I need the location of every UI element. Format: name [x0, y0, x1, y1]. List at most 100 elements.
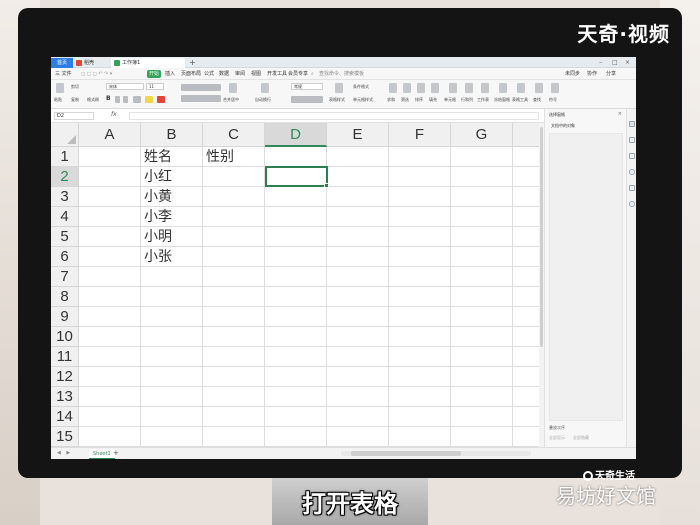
command-search[interactable]: 查找命令、搜索模板 — [319, 68, 364, 80]
cells-icon[interactable] — [449, 83, 457, 93]
worksheet-button[interactable]: 工作表 — [477, 97, 489, 102]
rows-cols-button[interactable]: 行和列 — [461, 97, 473, 102]
row-header-13[interactable]: 13 — [51, 387, 79, 407]
row-header-9[interactable]: 9 — [51, 307, 79, 327]
find-button[interactable]: 查找 — [533, 97, 541, 102]
maximize-icon[interactable]: □ — [612, 58, 618, 67]
conditional-format-button[interactable]: 条件格式 — [353, 84, 369, 89]
new-tab-button[interactable]: + — [189, 57, 196, 68]
menu-item-review[interactable]: 审阅 — [235, 68, 245, 80]
cell-b5[interactable]: 小明 — [142, 227, 172, 247]
border-icon[interactable] — [133, 96, 141, 103]
sum-icon[interactable] — [389, 83, 397, 93]
row-header-8[interactable]: 8 — [51, 287, 79, 307]
column-header-b[interactable]: B — [141, 123, 203, 147]
row-header-3[interactable]: 3 — [51, 187, 79, 207]
horizontal-scroll-thumb[interactable] — [351, 451, 461, 456]
menu-item-developer[interactable]: 开发工具 — [267, 68, 287, 80]
symbol-icon[interactable] — [551, 83, 559, 93]
column-header-g[interactable]: G — [451, 123, 513, 147]
cell-b6[interactable]: 小张 — [142, 247, 172, 267]
objects-list[interactable] — [549, 133, 623, 421]
menu-item-page-layout[interactable]: 页面布局 — [181, 68, 201, 80]
paste-button[interactable]: 粘贴 — [54, 97, 62, 102]
font-name-select[interactable]: 宋体 — [106, 83, 144, 90]
search-icon[interactable]: ⌕ — [311, 68, 314, 80]
column-header-h[interactable] — [513, 123, 539, 147]
filter-icon[interactable] — [403, 83, 411, 93]
menu-item-formula[interactable]: 公式 — [204, 68, 214, 80]
share-icon[interactable] — [629, 185, 635, 191]
fill-handle[interactable] — [324, 183, 329, 188]
tab-docer[interactable]: 稻壳 — [73, 58, 111, 68]
fill-icon[interactable] — [431, 83, 439, 93]
underline-icon[interactable] — [123, 96, 128, 103]
number-format-select[interactable]: 常规 — [291, 83, 323, 90]
column-header-f[interactable]: F — [389, 123, 451, 147]
row-header-15[interactable]: 15 — [51, 427, 79, 447]
collaborate-button[interactable]: 协作 — [587, 68, 597, 80]
horizontal-scrollbar[interactable] — [341, 451, 531, 456]
number-format-icons[interactable] — [291, 96, 323, 103]
merge-button[interactable]: 合并居中 — [223, 97, 239, 102]
minimize-icon[interactable]: – — [599, 58, 602, 67]
table-style-button[interactable]: 表格样式 — [329, 97, 345, 102]
row-header-14[interactable]: 14 — [51, 407, 79, 427]
menu-item-start[interactable]: 开始 — [147, 70, 162, 78]
bold-button[interactable]: B — [106, 95, 111, 102]
column-header-a[interactable]: A — [79, 123, 141, 147]
add-sheet-button[interactable]: + — [113, 448, 119, 459]
close-icon[interactable]: × — [625, 58, 630, 67]
backup-icon[interactable] — [629, 169, 635, 175]
menu-item-insert[interactable]: 插入 — [165, 68, 175, 80]
table-tools-button[interactable]: 表格工具 — [512, 97, 528, 102]
sum-button[interactable]: 求和 — [387, 97, 395, 102]
row-header-6[interactable]: 6 — [51, 247, 79, 267]
sheet-tab-sheet1[interactable]: Sheet1 — [89, 449, 115, 459]
hide-all-button[interactable]: 全部隐藏 — [573, 435, 589, 441]
rows-cols-icon[interactable] — [465, 83, 473, 93]
show-all-button[interactable]: 全部显示 — [549, 435, 565, 441]
layer-order-label[interactable]: 叠放次序 — [549, 425, 565, 431]
freeze-icon[interactable] — [499, 83, 507, 93]
tab-workbook[interactable]: 工作簿1 — [111, 58, 185, 68]
merge-icon[interactable] — [229, 83, 237, 93]
row-header-11[interactable]: 11 — [51, 347, 79, 367]
sync-status[interactable]: 未同步 — [565, 68, 580, 80]
share-button[interactable]: 分享 — [606, 68, 616, 80]
row-header-10[interactable]: 10 — [51, 327, 79, 347]
select-icon[interactable] — [629, 121, 635, 127]
selected-cell-d2[interactable] — [265, 166, 329, 188]
font-size-select[interactable]: 11 — [146, 83, 164, 90]
close-icon[interactable]: × — [618, 111, 622, 117]
find-icon[interactable] — [535, 83, 543, 93]
row-header-2[interactable]: 2 — [51, 167, 79, 187]
row-header-1[interactable]: 1 — [51, 147, 79, 167]
formula-input[interactable] — [129, 112, 539, 120]
format-painter-button[interactable]: 格式刷 — [87, 97, 99, 102]
fill-button[interactable]: 填充 — [429, 97, 437, 102]
copy-button[interactable]: 复制 — [71, 97, 79, 102]
tab-home[interactable]: 首页 — [51, 58, 73, 68]
sort-icon[interactable] — [417, 83, 425, 93]
font-color-icon[interactable] — [157, 96, 165, 103]
symbol-button[interactable]: 符号 — [549, 97, 557, 102]
wrap-button[interactable]: 自动换行 — [255, 97, 271, 102]
filter-button[interactable]: 筛选 — [401, 97, 409, 102]
name-box[interactable]: D2 — [54, 112, 94, 120]
property-icon[interactable] — [629, 153, 635, 159]
menu-item-data[interactable]: 数据 — [219, 68, 229, 80]
cell-b2[interactable]: 小红 — [142, 167, 172, 187]
italic-icon[interactable] — [115, 96, 120, 103]
menu-item-view[interactable]: 视图 — [251, 68, 261, 80]
help-icon[interactable] — [629, 201, 635, 207]
column-header-c[interactable]: C — [203, 123, 265, 147]
cell-c1[interactable]: 性别 — [204, 147, 234, 167]
sheet-nav-arrows[interactable]: ◀ ▶ — [57, 448, 72, 459]
column-header-e[interactable]: E — [327, 123, 389, 147]
quick-access-icons[interactable]: ◻ ◻ ◻ ↶ ↷ ▾ — [81, 68, 112, 80]
cell-style-button[interactable]: 单元格样式 — [353, 97, 373, 102]
freeze-button[interactable]: 冻结窗格 — [494, 97, 510, 102]
fill-color-icon[interactable] — [145, 96, 153, 103]
row-header-7[interactable]: 7 — [51, 267, 79, 287]
